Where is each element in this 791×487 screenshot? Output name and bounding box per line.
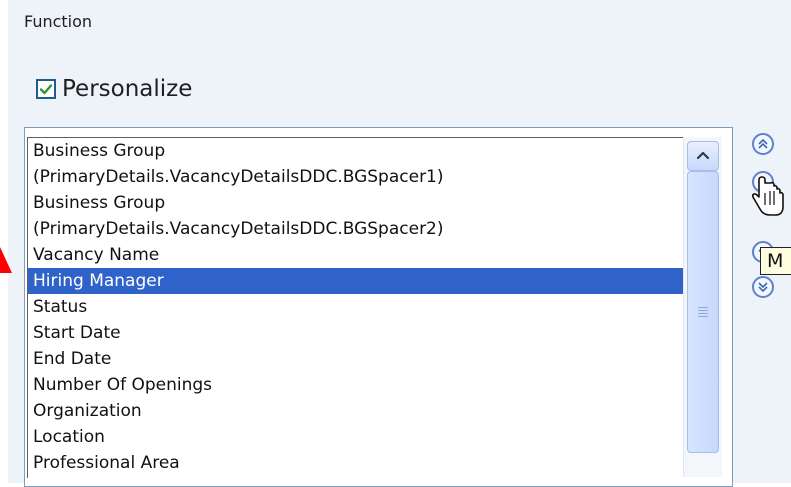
- double-down-arrow-icon: [758, 282, 768, 293]
- list-item[interactable]: Location: [28, 424, 684, 450]
- list-item[interactable]: Business Group: [28, 190, 684, 216]
- list-item[interactable]: Organization: [28, 398, 684, 424]
- personalize-row[interactable]: Personalize: [36, 76, 192, 102]
- list-item[interactable]: Vacancy Name: [28, 242, 684, 268]
- list-item[interactable]: End Date: [28, 346, 684, 372]
- listbox[interactable]: Business Group (PrimaryDetails.VacancyDe…: [27, 137, 684, 478]
- list-item[interactable]: Number Of Openings: [28, 372, 684, 398]
- section-title: Function: [24, 12, 93, 31]
- list-item[interactable]: Status: [28, 294, 684, 320]
- hand-cursor-icon: [752, 176, 784, 216]
- scroll-thumb[interactable]: [687, 171, 719, 453]
- checkmark-icon: [39, 84, 53, 95]
- list-item-selected[interactable]: Hiring Manager: [28, 268, 684, 294]
- tooltip: M: [760, 247, 791, 275]
- chevron-up-icon: [696, 151, 710, 160]
- personalize-checkbox[interactable]: [36, 79, 56, 99]
- scroll-grip-icon: [698, 307, 708, 317]
- function-panel: Function Personalize Business Group (Pri…: [0, 0, 791, 487]
- list-item[interactable]: Professional Area: [28, 450, 684, 476]
- list-item[interactable]: Start Date: [28, 320, 684, 346]
- vertical-scrollbar[interactable]: [683, 137, 722, 477]
- move-top-button[interactable]: [752, 133, 774, 155]
- scroll-up-button[interactable]: [687, 141, 719, 171]
- left-margin: [0, 0, 8, 483]
- double-up-arrow-icon: [758, 138, 768, 149]
- move-bottom-button[interactable]: [752, 276, 774, 298]
- list-item[interactable]: (PrimaryDetails.VacancyDetailsDDC.BGSpac…: [28, 164, 684, 190]
- personalize-label: Personalize: [62, 76, 193, 102]
- list-item[interactable]: (PrimaryDetails.VacancyDetailsDDC.BGSpac…: [28, 216, 684, 242]
- list-item[interactable]: Business Group: [28, 138, 684, 164]
- red-arrow-indicator: [0, 247, 12, 273]
